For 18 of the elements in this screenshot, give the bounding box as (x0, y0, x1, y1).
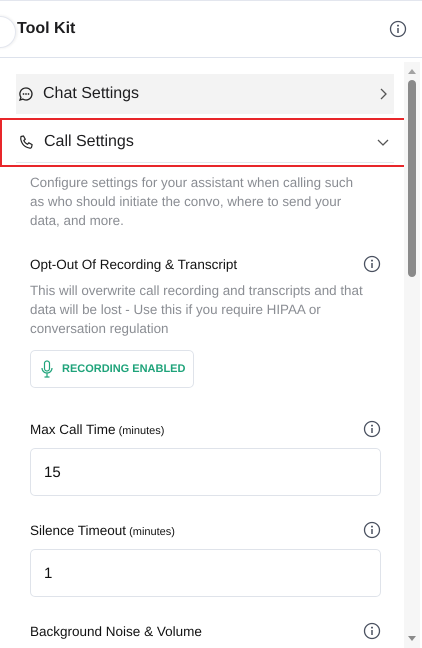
phone-icon (18, 134, 35, 150)
number-field[interactable]: 15 (30, 448, 381, 496)
section-description: Configure settings for your assistant when calling such as who should initiate the convo, where to send your data, and more. (30, 174, 354, 230)
info-icon[interactable] (363, 521, 381, 539)
chat-bubble-icon (18, 86, 34, 102)
setting-label: Opt-Out Of Recording & Transcript (30, 256, 238, 272)
panel-title: Tool Kit (17, 20, 76, 38)
info-icon[interactable] (363, 420, 381, 438)
info-icon[interactable] (389, 20, 407, 38)
accordion-header[interactable]: Chat Settings (16, 74, 394, 114)
microphone-icon (41, 360, 53, 378)
setting-help: This will overwrite call recording and transcripts and that data will be lost - Use this if you require HIPAA or conversation regulation (30, 282, 364, 338)
info-icon[interactable] (363, 255, 381, 273)
setting-label: Max Call Time (minutes) (30, 422, 164, 436)
setting-label: Silence Timeout (minutes) (30, 522, 175, 538)
info-icon[interactable] (363, 622, 381, 640)
setting-label: Background Noise & Volume (30, 624, 202, 638)
number-field[interactable]: 1 (30, 549, 381, 597)
